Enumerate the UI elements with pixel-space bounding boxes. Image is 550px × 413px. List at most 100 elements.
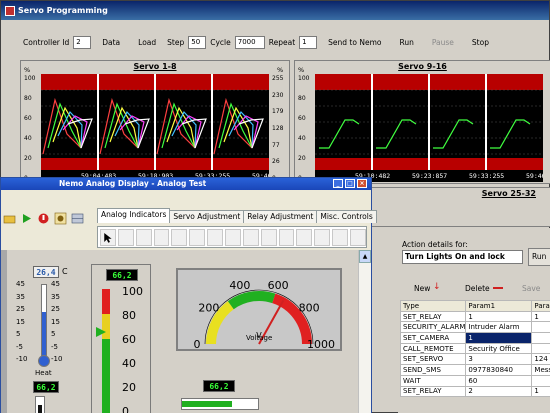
- chart-tool-icon[interactable]: [314, 228, 331, 246]
- meter-tool-icon[interactable]: [278, 228, 295, 246]
- bar-gauge-tick: 20: [122, 381, 136, 394]
- thermometer-tick-right: 45: [51, 280, 60, 288]
- data-button[interactable]: Data: [95, 36, 127, 49]
- action-cell[interactable]: SET_SERVO: [399, 353, 467, 366]
- controller-id-label: Controller Id: [23, 37, 70, 47]
- action-row[interactable]: CALL_REMOTE Security Office: [399, 342, 550, 355]
- close-icon[interactable]: ×: [357, 179, 367, 188]
- action-cell[interactable]: 1: [531, 385, 550, 398]
- thermometer-tool-icon[interactable]: [225, 228, 241, 246]
- compass-tool-icon[interactable]: [332, 228, 349, 246]
- pointer-tool-icon[interactable]: [100, 228, 116, 246]
- lcd-tool-icon[interactable]: [260, 228, 277, 246]
- repeat-field[interactable]: 1: [299, 35, 318, 49]
- tab-analog-indicators[interactable]: Analog Indicators: [97, 208, 171, 223]
- bar-gauge-tick: 0: [122, 405, 129, 413]
- stop-button[interactable]: Stop: [465, 36, 496, 49]
- send-to-nemo-button[interactable]: Send to Nemo: [321, 36, 388, 49]
- action-cell[interactable]: SET_CAMERA: [399, 332, 467, 344]
- vertical-scrollbar[interactable]: ▲: [358, 250, 371, 413]
- action-cell[interactable]: [531, 342, 550, 355]
- thermometer-fill: [42, 312, 46, 359]
- play-icon[interactable]: [20, 212, 33, 225]
- action-cell[interactable]: 3: [465, 353, 533, 366]
- action-cell[interactable]: Mess: [531, 364, 550, 376]
- action-cell[interactable]: SET_RELAY: [399, 310, 467, 323]
- action-cell[interactable]: [531, 321, 550, 334]
- action-name-field[interactable]: Turn Lights On and lock: [402, 250, 523, 264]
- servo-window-title-bar: Servo Programming: [1, 1, 549, 20]
- action-row[interactable]: SET_CAMERA 1: [399, 332, 550, 344]
- action-row[interactable]: SET_RELAY 1 1: [399, 310, 550, 323]
- action-row[interactable]: SECURITY_ALARM Intruder Alarm: [399, 321, 550, 334]
- nemo-analog-display-window: Nemo Analog Display - Analog Test _ □ × …: [0, 177, 377, 413]
- nemo-window-title-bar[interactable]: Nemo Analog Display - Analog Test _ □ ×: [1, 178, 371, 190]
- action-cell[interactable]: 2: [465, 385, 533, 398]
- action-cell[interactable]: [531, 374, 550, 387]
- bar-gauge-tick: 80: [122, 309, 136, 322]
- action-row[interactable]: SET_RELAY 2 1: [399, 385, 550, 398]
- hslider-tool-icon[interactable]: [135, 228, 152, 246]
- action-cell[interactable]: 1: [531, 310, 550, 323]
- level-tool-icon[interactable]: [242, 228, 259, 246]
- action-cell[interactable]: 60: [465, 374, 533, 387]
- axis-tick-label: 179: [272, 108, 284, 116]
- servo-series-line: [47, 102, 253, 149]
- servo-9-16-plot: 59:10:48259:23:85759:33:25559:46:123: [315, 74, 550, 182]
- col-type[interactable]: Type: [399, 300, 467, 312]
- step-field[interactable]: 50: [188, 35, 207, 49]
- lcd-bottom-left: 66,2: [33, 381, 59, 393]
- action-cell[interactable]: [531, 332, 550, 344]
- action-table[interactable]: Type Param1 Param SET_RELAY11SECURITY_AL…: [399, 300, 550, 398]
- maximize-icon[interactable]: □: [345, 179, 355, 188]
- minimize-icon[interactable]: _: [333, 179, 343, 188]
- tab-servo-adjustment[interactable]: Servo Adjustment: [169, 210, 245, 223]
- action-row[interactable]: WAIT 60: [399, 374, 550, 387]
- globe-tool-icon[interactable]: [350, 228, 366, 246]
- tab-relay-adjustment[interactable]: Relay Adjustment: [243, 210, 318, 223]
- grid-view-icon[interactable]: [71, 212, 84, 225]
- action-cell[interactable]: CALL_REMOTE: [399, 342, 467, 355]
- thermometer-tick-right: 5: [51, 330, 56, 338]
- action-cell[interactable]: SEND_SMS: [399, 364, 467, 376]
- action-cell[interactable]: SECURITY_ALARM: [399, 321, 467, 334]
- action-row[interactable]: SEND_SMS0977830840Mess: [399, 364, 550, 376]
- servo-series-line: [42, 97, 253, 155]
- gauge-tool-icon[interactable]: [296, 228, 313, 246]
- action-cell[interactable]: SET_RELAY: [399, 385, 467, 398]
- right-axis-unit: %: [277, 66, 284, 74]
- button-tool-icon[interactable]: [207, 228, 224, 246]
- thermometer-tube: [41, 284, 47, 360]
- action-cell[interactable]: Security Office: [465, 342, 533, 355]
- action-cell[interactable]: Intruder Alarm: [465, 321, 533, 334]
- load-button[interactable]: Load: [131, 36, 163, 49]
- delete-action-button[interactable]: Delete: [465, 284, 490, 293]
- thermometer-tick-left: 35: [16, 292, 25, 301]
- col-param2[interactable]: Param: [531, 300, 550, 312]
- col-param1[interactable]: Param1: [465, 300, 533, 312]
- run-button[interactable]: Run: [392, 36, 420, 49]
- action-run-button[interactable]: Run: [528, 248, 550, 266]
- new-action-button[interactable]: New: [414, 284, 430, 293]
- thermometer-tick-right: -5: [51, 342, 58, 351]
- slider-tool-icon[interactable]: [117, 228, 134, 246]
- bar-gauge-tick: 60: [122, 333, 136, 346]
- action-cell[interactable]: 0977830840: [465, 364, 533, 376]
- stop-record-icon[interactable]: [37, 212, 50, 225]
- settings-icon[interactable]: [54, 212, 67, 225]
- action-row[interactable]: SET_SERVO 3 124: [399, 353, 550, 366]
- axis-tick-label: 128: [272, 125, 284, 132]
- open-folder-icon[interactable]: [3, 212, 16, 225]
- led-tool-icon[interactable]: [189, 228, 206, 246]
- switch-tool-icon[interactable]: [171, 228, 188, 246]
- action-cell[interactable]: WAIT: [399, 374, 467, 387]
- tab-misc-controls[interactable]: Misc. Controls: [316, 210, 377, 223]
- action-cell[interactable]: 1: [465, 332, 533, 344]
- cycle-field[interactable]: 7000: [234, 35, 265, 49]
- scroll-up-arrow-icon[interactable]: ▲: [359, 250, 371, 263]
- action-cell[interactable]: 124: [531, 353, 550, 366]
- action-cell[interactable]: 1: [465, 310, 533, 323]
- controller-id-field[interactable]: 2: [73, 35, 92, 49]
- vbar-tool-icon[interactable]: [153, 228, 170, 246]
- time-label: 59:33:255: [469, 172, 504, 180]
